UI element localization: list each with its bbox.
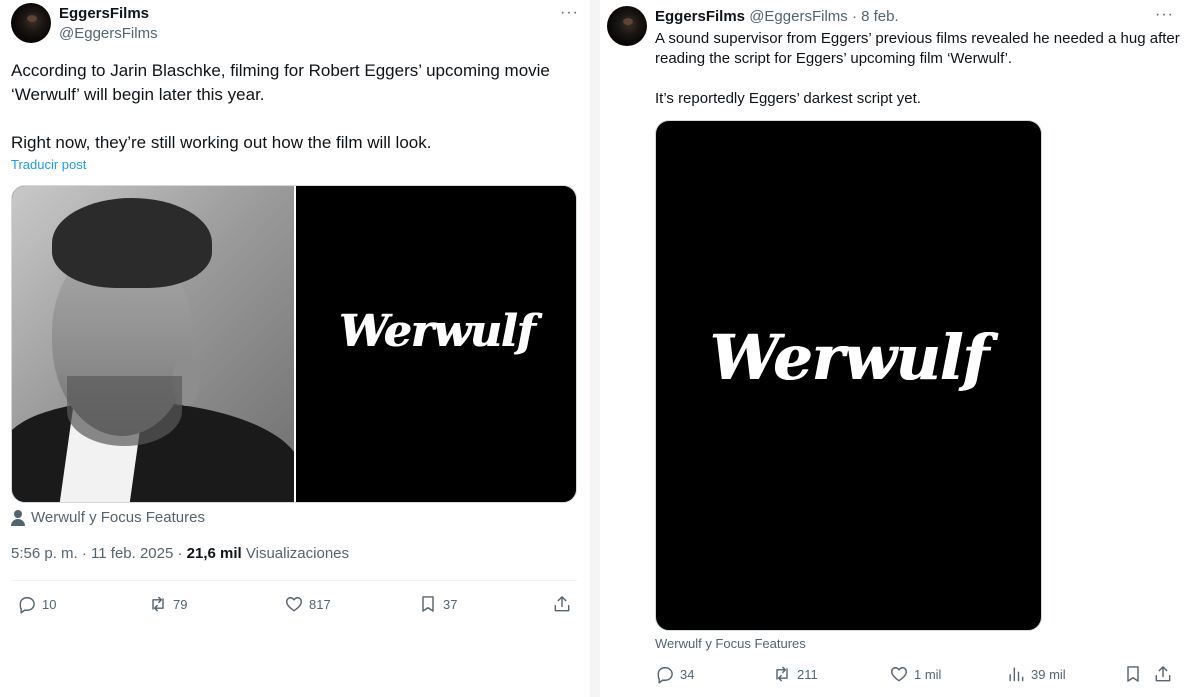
werwulf-logo-image[interactable]: Werwulf	[296, 186, 576, 502]
repost-button[interactable]: 211	[772, 664, 818, 684]
share-button[interactable]	[552, 594, 572, 614]
werwulf-wordmark: Werwulf	[338, 306, 536, 357]
tweet-media[interactable]: Werwulf	[11, 185, 577, 503]
author-name[interactable]: EggersFilms	[655, 8, 745, 25]
share-button[interactable]	[1153, 664, 1173, 684]
reply-icon	[19, 597, 35, 614]
like-icon	[285, 597, 303, 612]
like-count: 817	[309, 596, 331, 612]
reply-button[interactable]: 34	[655, 664, 694, 684]
repost-icon	[152, 596, 164, 612]
author-avatar[interactable]	[11, 3, 51, 43]
reply-count: 10	[42, 596, 57, 612]
panel-divider	[590, 0, 600, 697]
media-credit: Werwulf y Focus Features	[11, 509, 205, 526]
tweet-date[interactable]: · 8 feb.	[848, 8, 899, 25]
repost-button[interactable]: 79	[148, 594, 187, 614]
tweet-text: A sound supervisor from Eggers’ previous…	[655, 30, 1180, 107]
repost-count: 79	[173, 596, 188, 612]
views-button[interactable]: 39 mil	[1006, 664, 1066, 684]
divider	[11, 580, 577, 581]
bookmark-button[interactable]: 37	[418, 594, 457, 614]
author-name[interactable]: EggersFilms	[59, 5, 149, 22]
media-credit: Werwulf y Focus Features	[655, 636, 806, 651]
author-handle[interactable]: @EggersFilms	[749, 8, 848, 25]
author-handle[interactable]: @EggersFilms	[59, 25, 158, 42]
bookmark-count: 37	[443, 596, 458, 612]
repost-icon	[776, 666, 788, 682]
share-icon	[1155, 666, 1171, 682]
views-icon	[1009, 667, 1024, 682]
more-icon[interactable]: ···	[560, 5, 579, 21]
tweet-meta: 5:56 p. m. · 11 feb. 2025 · 21,6 mil Vis…	[11, 545, 349, 562]
media-credit-text: Werwulf y Focus Features	[31, 509, 205, 526]
person-icon	[11, 509, 25, 526]
views-count: 39 mil	[1031, 666, 1066, 682]
like-count: 1 mil	[914, 666, 942, 682]
views-count: 21,6 mil	[186, 545, 242, 562]
right-tweet: EggersFilms @EggersFilms · 8 feb. ··· A …	[600, 0, 1193, 697]
repost-count: 211	[797, 666, 818, 682]
like-icon	[890, 667, 908, 682]
like-button[interactable]: 1 mil	[889, 664, 941, 684]
author-avatar[interactable]	[607, 6, 647, 46]
portrait-photo[interactable]	[12, 186, 294, 502]
reply-icon	[657, 667, 673, 684]
more-icon[interactable]: ···	[1155, 7, 1174, 23]
reply-button[interactable]: 10	[17, 594, 56, 614]
reply-count: 34	[680, 666, 695, 682]
tweet-text: According to Jarin Blaschke, filming for…	[11, 61, 550, 152]
share-icon	[554, 596, 570, 612]
translate-link[interactable]: Traducir post	[11, 157, 86, 172]
werwulf-wordmark: Werwulf	[709, 321, 988, 394]
bookmark-icon	[422, 596, 434, 612]
timestamp[interactable]: 5:56 p. m. · 11 feb. 2025 ·	[11, 545, 187, 562]
bookmark-button[interactable]	[1123, 664, 1143, 684]
tweet-header: EggersFilms @EggersFilms · 8 feb.	[655, 8, 899, 25]
tweet-media[interactable]: Werwulf	[655, 120, 1042, 631]
like-button[interactable]: 817	[284, 594, 331, 614]
left-tweet: EggersFilms @EggersFilms ··· According t…	[0, 0, 590, 697]
bookmark-icon	[1127, 666, 1139, 682]
views-label: Visualizaciones	[241, 545, 350, 562]
